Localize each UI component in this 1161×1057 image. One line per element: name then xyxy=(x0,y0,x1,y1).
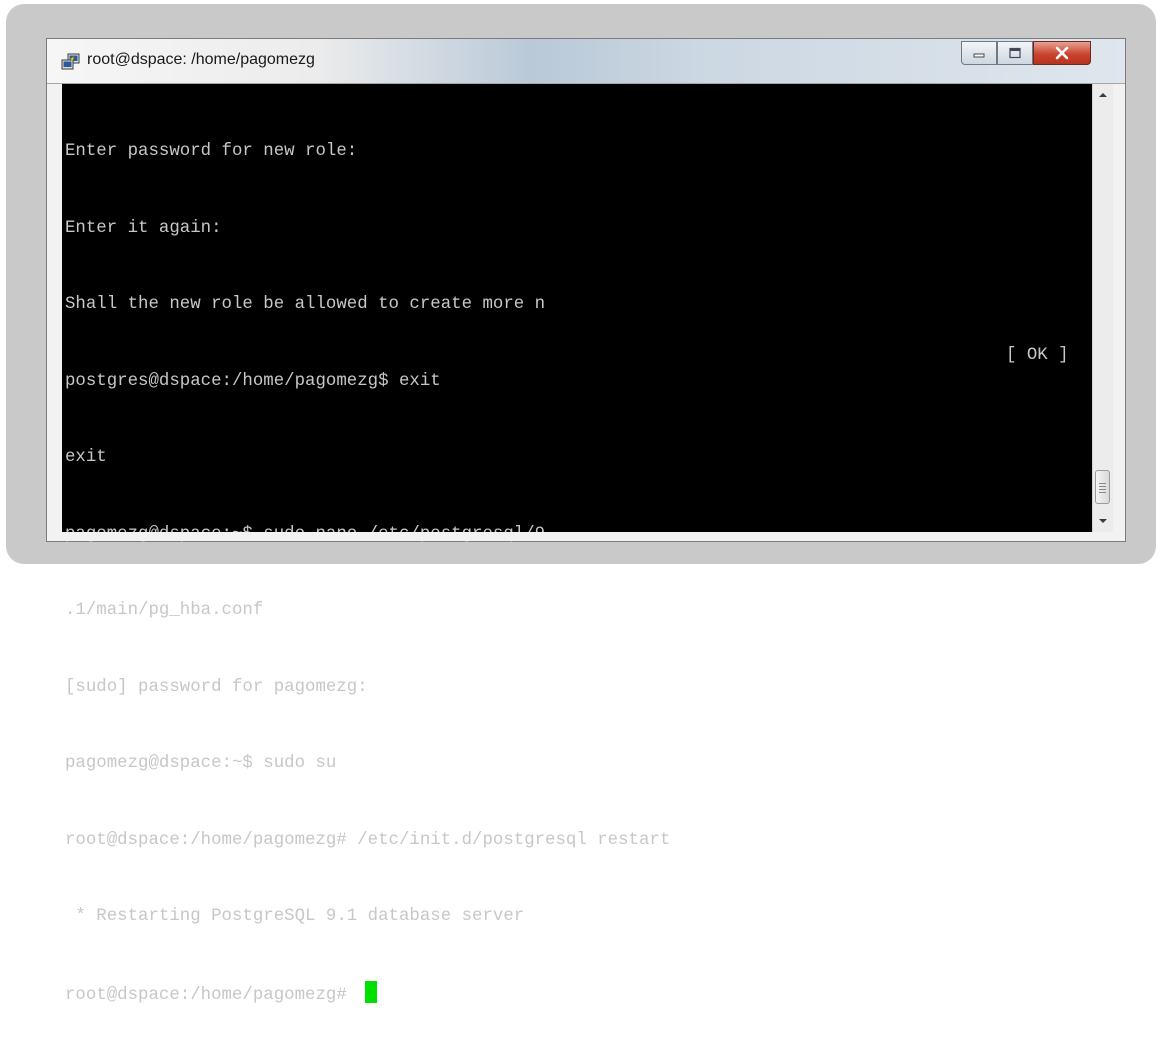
vertical-scrollbar[interactable] xyxy=(1092,84,1113,532)
terminal-cursor xyxy=(365,980,378,1003)
scroll-up-arrow-icon xyxy=(1099,93,1107,97)
terminal-prompt-line: root@dspace:/home/pagomezg# xyxy=(65,980,670,1007)
terminal-lines: Enter password for new role: Enter it ag… xyxy=(65,88,670,1057)
terminal-line: Enter password for new role: xyxy=(65,142,358,161)
title-bar[interactable]: root@dspace: /home/pagomezg xyxy=(47,39,1125,84)
terminal-line: [sudo] password for pagomezg: xyxy=(65,677,368,697)
scroll-down-arrow-icon xyxy=(1099,519,1107,523)
terminal-line: root@dspace:/home/pagomezg# /etc/init.d/… xyxy=(65,830,671,850)
close-icon xyxy=(1055,46,1069,60)
terminal-line: Shall the new role be allowed to create … xyxy=(65,295,546,314)
terminal-window: root@dspace: /home/pagomezg Enter passwo… xyxy=(46,38,1126,1005)
maximize-button[interactable] xyxy=(997,41,1033,65)
terminal-line: * Restarting PostgreSQL 9.1 database ser… xyxy=(65,907,525,926)
terminal-line: exit xyxy=(65,448,107,467)
terminal-line: pagomezg@dspace:~$ sudo su xyxy=(65,754,337,773)
terminal-line: Enter it again: xyxy=(65,218,222,238)
terminal-prompt: root@dspace:/home/pagomezg# xyxy=(65,985,358,1005)
grip-line xyxy=(1099,489,1106,490)
terminal-line: .1/main/pg_hba.conf xyxy=(65,601,264,620)
minimize-icon xyxy=(973,53,985,58)
maximize-icon xyxy=(1009,47,1021,59)
close-button[interactable] xyxy=(1033,41,1091,65)
window-title: root@dspace: /home/pagomezg xyxy=(87,51,315,68)
grip-line xyxy=(1099,486,1106,487)
terminal-output[interactable]: Enter password for new role: Enter it ag… xyxy=(62,84,1092,1005)
scroll-down-button[interactable] xyxy=(1093,512,1113,530)
scroll-thumb[interactable] xyxy=(1095,470,1110,504)
putty-icon[interactable] xyxy=(61,53,81,71)
minimize-button[interactable] xyxy=(961,41,997,65)
status-ok-label: [ OK ] xyxy=(1006,346,1069,365)
grip-line xyxy=(1099,483,1106,484)
grip-line xyxy=(1099,492,1106,493)
scroll-up-button[interactable] xyxy=(1093,86,1113,104)
window-bottom-border xyxy=(47,532,1125,541)
terminal-line: postgres@dspace:/home/pagomezg$ exit xyxy=(65,371,441,391)
